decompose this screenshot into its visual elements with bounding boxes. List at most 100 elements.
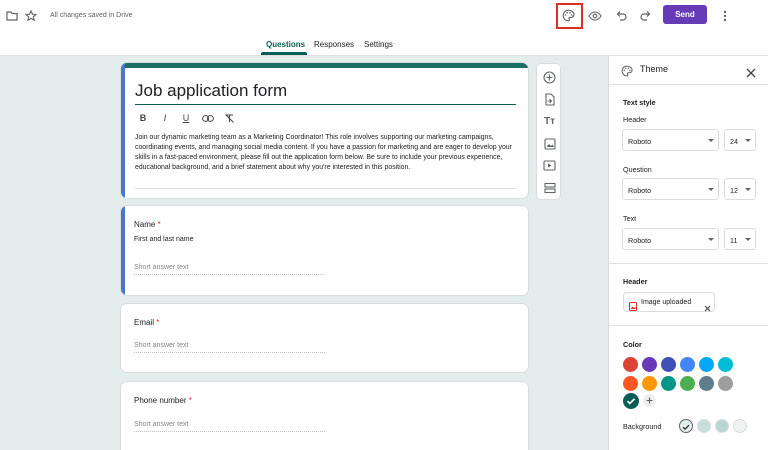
palette-icon[interactable]	[561, 8, 576, 23]
question-size-value: 12	[730, 186, 738, 195]
chevron-down-icon	[745, 238, 751, 241]
required-asterisk: *	[156, 318, 160, 327]
clear-format-icon[interactable]	[223, 112, 235, 124]
color-swatch[interactable]	[661, 357, 676, 372]
answer-line	[134, 352, 325, 353]
text-font-select[interactable]: Roboto	[622, 228, 719, 250]
add-title-icon[interactable]: Tт	[543, 115, 556, 128]
add-image-icon[interactable]	[543, 137, 556, 150]
short-answer-placeholder: Short answer text	[134, 421, 189, 428]
add-video-icon[interactable]	[543, 159, 556, 172]
selected-background-swatch[interactable]	[679, 419, 693, 433]
folder-icon[interactable]	[5, 9, 18, 22]
form-description[interactable]: Join our dynamic marketing team as a Mar…	[135, 133, 519, 173]
text-size-select[interactable]: 11	[724, 228, 756, 250]
chevron-down-icon	[745, 139, 751, 142]
tab-questions[interactable]: Questions	[266, 40, 305, 49]
question-font-value: Roboto	[628, 186, 652, 195]
color-swatch[interactable]	[642, 376, 657, 391]
panel-divider	[609, 325, 768, 326]
background-label: Background	[623, 422, 662, 431]
color-swatch[interactable]	[623, 376, 638, 391]
panel-divider	[609, 263, 768, 264]
floating-toolbar: Tт	[536, 63, 561, 200]
question-title: Email *	[134, 318, 160, 327]
question-description: First and last name	[134, 236, 194, 243]
background-swatch[interactable]	[697, 419, 711, 433]
star-icon[interactable]	[24, 9, 37, 22]
more-vert-icon[interactable]	[719, 8, 731, 23]
color-swatch[interactable]	[623, 357, 638, 372]
image-icon	[629, 298, 637, 316]
text-font-label: Text	[623, 214, 637, 223]
required-asterisk: *	[157, 220, 161, 229]
close-icon[interactable]	[746, 65, 756, 83]
question-card-phone[interactable]: Phone number * Short answer text	[120, 381, 529, 450]
save-status: All changes saved in Drive	[50, 12, 133, 19]
top-bar: All changes saved in Drive Send	[0, 0, 768, 32]
redo-icon[interactable]	[638, 8, 653, 23]
header-image-chip[interactable]: Image uploaded	[623, 292, 715, 312]
form-title-card[interactable]: Job application form B I U Join our dyna…	[120, 62, 529, 199]
tab-responses[interactable]: Responses	[314, 40, 354, 49]
header-font-label: Header	[623, 115, 647, 124]
header-size-value: 24	[730, 137, 738, 146]
description-underline	[135, 188, 516, 189]
chevron-down-icon	[745, 188, 751, 191]
active-card-indicator	[121, 63, 125, 198]
short-answer-placeholder: Short answer text	[134, 264, 189, 271]
undo-icon[interactable]	[613, 8, 628, 23]
add-section-icon[interactable]	[543, 181, 556, 194]
add-custom-color-icon[interactable]	[643, 394, 656, 407]
active-tab-indicator	[261, 52, 307, 55]
send-button[interactable]: Send	[663, 5, 707, 24]
background-swatch[interactable]	[715, 419, 729, 433]
remove-image-icon[interactable]	[704, 299, 711, 317]
text-style-heading: Text style	[623, 98, 656, 107]
form-editor-canvas: Job application form B I U Join our dyna…	[0, 56, 608, 450]
color-swatch[interactable]	[642, 357, 657, 372]
background-swatch[interactable]	[733, 419, 747, 433]
italic-icon[interactable]: I	[159, 112, 171, 124]
tab-settings[interactable]: Settings	[364, 40, 393, 49]
import-questions-icon[interactable]	[543, 93, 556, 106]
form-tabs: Questions Responses Settings	[0, 32, 768, 56]
text-size-value: 11	[730, 236, 738, 245]
theme-panel: Theme Text style Header Roboto 24 Questi…	[608, 56, 768, 450]
underline-icon[interactable]: U	[180, 112, 192, 124]
color-swatch[interactable]	[718, 357, 733, 372]
title-card-accent	[121, 63, 528, 68]
palette-icon	[621, 64, 633, 82]
color-swatch[interactable]	[699, 357, 714, 372]
chevron-down-icon	[708, 139, 714, 142]
header-image-heading: Header	[623, 277, 648, 286]
add-question-icon[interactable]	[543, 71, 556, 84]
text-font-value: Roboto	[628, 236, 652, 245]
question-size-select[interactable]: 12	[724, 178, 756, 200]
question-card-email[interactable]: Email * Short answer text	[120, 303, 529, 373]
image-chip-label: Image uploaded	[641, 299, 692, 306]
color-swatch[interactable]	[699, 376, 714, 391]
chevron-down-icon	[708, 238, 714, 241]
color-swatch[interactable]	[661, 376, 676, 391]
active-card-indicator	[121, 206, 125, 295]
color-swatch[interactable]	[680, 357, 695, 372]
required-asterisk: *	[188, 396, 192, 405]
selected-color-swatch[interactable]	[623, 393, 639, 409]
link-icon[interactable]	[201, 112, 215, 124]
color-swatch[interactable]	[718, 376, 733, 391]
header-font-select[interactable]: Roboto	[622, 129, 719, 151]
header-font-value: Roboto	[628, 137, 652, 146]
theme-panel-title: Theme	[640, 64, 669, 74]
question-font-label: Question	[623, 165, 652, 174]
bold-icon[interactable]: B	[137, 112, 149, 124]
preview-icon[interactable]	[587, 8, 602, 23]
question-font-select[interactable]: Roboto	[622, 178, 719, 200]
question-title: Name *	[134, 220, 161, 229]
form-title[interactable]: Job application form	[135, 81, 287, 101]
question-title: Phone number *	[134, 396, 192, 405]
chevron-down-icon	[708, 188, 714, 191]
question-card-name[interactable]: Name * First and last name Short answer …	[120, 205, 529, 296]
header-size-select[interactable]: 24	[724, 129, 756, 151]
color-swatch[interactable]	[680, 376, 695, 391]
